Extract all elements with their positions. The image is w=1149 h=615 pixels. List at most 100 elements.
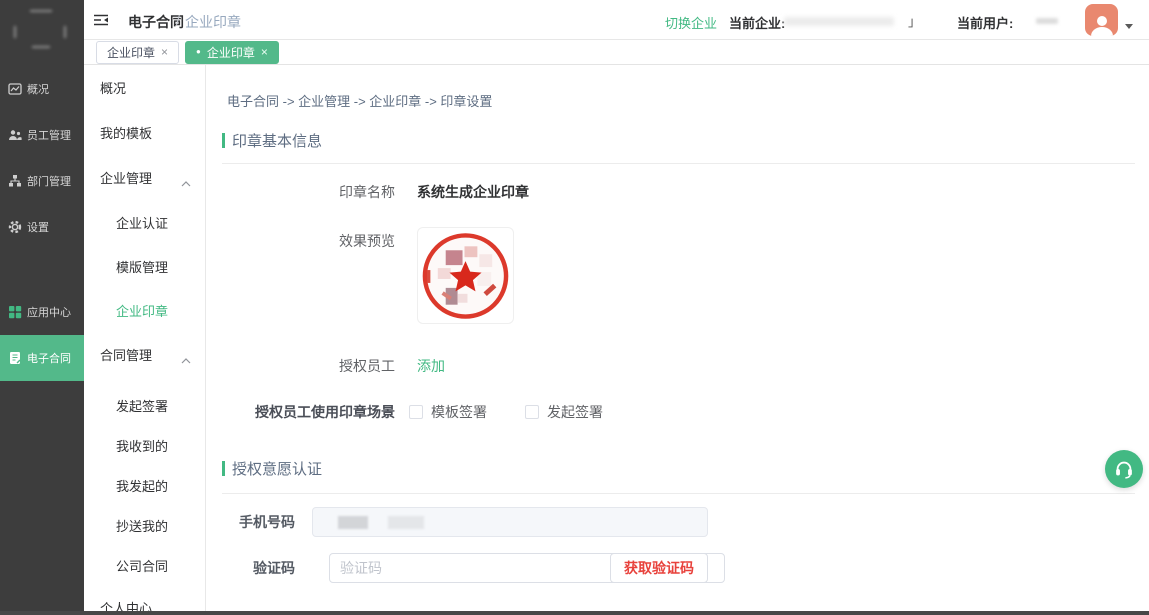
- secondary-sidebar: 概况 我的模板 企业管理 企业认证 模版管理 企业印章 合同管理 发起签署 我收…: [84, 65, 206, 615]
- top-header: 电子合同 / 企业印章 切换企业 当前企业: 」 当前用户:: [84, 0, 1149, 40]
- menu-item-contract-mgmt[interactable]: 合同管理: [84, 332, 205, 377]
- sidebar-item-overview[interactable]: 概况: [0, 66, 84, 112]
- logo-blur-mark: [30, 10, 52, 12]
- section-divider: [222, 163, 1135, 164]
- checkbox-initiate-sign[interactable]: 发起签署: [525, 402, 603, 422]
- menu-item-enterprise-seal[interactable]: 企业印章: [84, 288, 205, 332]
- primary-menu: 概况 员工管理 部门管理 设置 应用中心: [0, 56, 84, 381]
- menu-item-my-templates[interactable]: 我的模板: [84, 110, 205, 155]
- sidebar-item-app-center[interactable]: 应用中心: [0, 289, 84, 335]
- headset-icon: [1113, 458, 1135, 480]
- sidebar-item-label: 设置: [27, 219, 49, 235]
- seal-scene-options: 模板签署 发起签署: [409, 402, 603, 422]
- menu-item-label: 企业管理: [100, 168, 152, 187]
- censored-company-name: [784, 17, 894, 26]
- menu-item-enterprise-mgmt[interactable]: 企业管理: [84, 155, 205, 200]
- collapse-menu-icon[interactable]: [93, 12, 109, 28]
- grid-icon: [8, 305, 22, 319]
- menu-item-label: 我发起的: [116, 476, 168, 495]
- section-title-text: 授权意愿认证: [232, 458, 322, 479]
- contract-icon: [8, 351, 22, 365]
- phone-input[interactable]: [312, 507, 708, 537]
- current-user-label: 当前用户:: [957, 13, 1013, 32]
- menu-item-label: 我的模板: [100, 123, 152, 142]
- page-path: 电子合同 -> 企业管理 -> 企业印章 -> 印章设置: [227, 91, 1135, 110]
- section-title-authorization: 授权意愿认证: [222, 458, 1135, 479]
- sidebar-item-employees[interactable]: 员工管理: [0, 112, 84, 158]
- tab-bar: 企业印章 × ● 企业印章 ×: [84, 40, 1149, 65]
- logo-blur-mark: [64, 26, 66, 38]
- seal-scene-label: 授权员工使用印章场景: [222, 402, 395, 422]
- tab-enterprise-seal-active[interactable]: ● 企业印章 ×: [185, 41, 279, 64]
- sidebar-item-label: 电子合同: [27, 350, 71, 366]
- phone-row: 手机号码: [222, 507, 1135, 537]
- menu-item-label: 模版管理: [116, 257, 168, 276]
- current-company-label: 当前企业:: [729, 13, 785, 32]
- menu-item-received[interactable]: 我收到的: [84, 425, 205, 465]
- checkbox-icon[interactable]: [409, 405, 423, 419]
- customer-service-button[interactable]: [1105, 450, 1143, 488]
- sidebar-item-econtract[interactable]: 电子合同: [0, 335, 84, 381]
- tab-enterprise-seal[interactable]: 企业印章 ×: [96, 41, 179, 64]
- checkbox-template-sign[interactable]: 模板签署: [409, 402, 487, 422]
- menu-item-cc-me[interactable]: 抄送我的: [84, 505, 205, 545]
- menu-item-label: 抄送我的: [116, 516, 168, 535]
- authorized-employee-row: 授权员工 添加: [222, 356, 1135, 376]
- tab-close-icon[interactable]: ×: [161, 46, 168, 58]
- sidebar-item-departments[interactable]: 部门管理: [0, 158, 84, 204]
- menu-item-label: 发起签署: [116, 396, 168, 415]
- censored-user-name: [1036, 18, 1058, 24]
- primary-sidebar: 概况 员工管理 部门管理 设置 应用中心: [0, 0, 84, 615]
- users-icon: [8, 128, 22, 142]
- menu-item-enterprise-cert[interactable]: 企业认证: [84, 200, 205, 244]
- company-name-bracket: 」: [908, 11, 921, 30]
- section-accent-bar: [222, 133, 225, 148]
- tab-close-icon[interactable]: ×: [261, 46, 268, 58]
- checkbox-icon[interactable]: [525, 405, 539, 419]
- seal-preview-row: 效果预览: [222, 227, 1135, 324]
- gear-icon: [8, 220, 22, 234]
- section-title-text: 印章基本信息: [232, 130, 322, 151]
- breadcrumb-current-page[interactable]: 企业印章: [185, 12, 241, 32]
- menu-item-label: 公司合同: [116, 556, 168, 575]
- menu-item-initiated[interactable]: 我发起的: [84, 465, 205, 505]
- menu-item-label: 合同管理: [100, 345, 152, 364]
- menu-item-label: 概况: [100, 78, 126, 97]
- sidebar-item-label: 员工管理: [27, 127, 71, 143]
- phone-label: 手机号码: [222, 512, 295, 532]
- sidebar-item-settings[interactable]: 设置: [0, 204, 84, 250]
- section-accent-bar: [222, 461, 225, 476]
- user-menu-caret-icon[interactable]: [1125, 24, 1133, 29]
- menu-item-overview[interactable]: 概况: [84, 65, 205, 110]
- censored-phone-part: [338, 516, 368, 529]
- org-icon: [8, 174, 22, 188]
- add-employee-link[interactable]: 添加: [417, 356, 445, 376]
- get-code-button[interactable]: 获取验证码: [610, 553, 708, 583]
- breadcrumb-separator: /: [176, 12, 180, 28]
- chevron-up-icon: [181, 352, 191, 367]
- logo-blur-mark: [32, 46, 50, 48]
- seal-name-row: 印章名称 系统生成企业印章: [222, 182, 1135, 202]
- menu-item-company-contracts[interactable]: 公司合同: [84, 545, 205, 585]
- tab-active-dot-icon: ●: [196, 48, 201, 56]
- switch-company-link[interactable]: 切换企业: [665, 13, 717, 32]
- menu-item-initiate-sign[interactable]: 发起签署: [84, 385, 205, 425]
- seal-preview-image: [417, 227, 514, 324]
- menu-item-label: 我收到的: [116, 436, 168, 455]
- section-title-basic-info: 印章基本信息: [222, 130, 1135, 151]
- checkbox-label: 模板签署: [431, 402, 487, 422]
- app-logo[interactable]: [0, 0, 84, 56]
- verification-code-field-wrap: 获取验证码: [312, 553, 708, 583]
- authorized-employee-label: 授权员工: [222, 356, 395, 376]
- bottom-scrollbar-strip[interactable]: [0, 611, 1149, 615]
- menu-item-label: 企业认证: [116, 213, 168, 232]
- seal-preview-label: 效果预览: [222, 231, 395, 251]
- verification-code-label: 验证码: [222, 558, 295, 578]
- user-avatar[interactable]: [1085, 4, 1118, 36]
- checkbox-label: 发起签署: [547, 402, 603, 422]
- section-divider: [222, 493, 1135, 494]
- seal-name-label: 印章名称: [222, 182, 395, 202]
- censored-phone-part: [388, 516, 424, 529]
- menu-item-template-mgmt[interactable]: 模版管理: [84, 244, 205, 288]
- logo-blur-mark: [14, 26, 16, 38]
